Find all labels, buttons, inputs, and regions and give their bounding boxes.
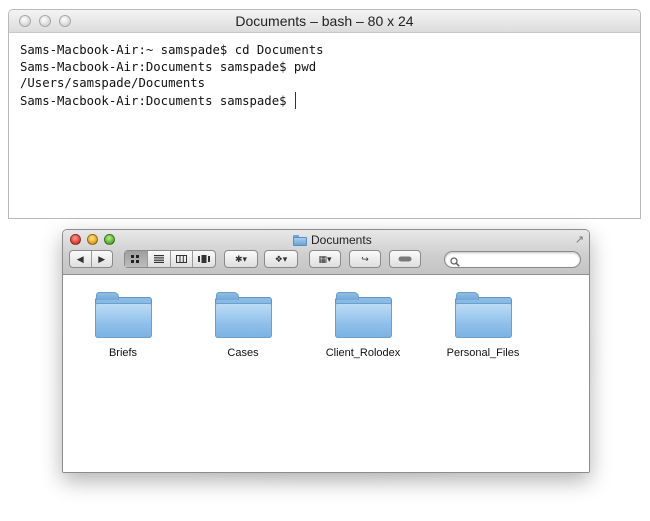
search-icon bbox=[450, 254, 460, 267]
folder-label: Client_Rolodex bbox=[325, 347, 401, 359]
edit-tags-button[interactable] bbox=[389, 250, 421, 268]
forward-arrow-icon: ▶ bbox=[98, 253, 106, 264]
share-button[interactable]: ↪ bbox=[349, 250, 381, 268]
back-button[interactable]: ◀ bbox=[70, 251, 92, 267]
folder-icon bbox=[334, 292, 392, 338]
folder-item-client-rolodex[interactable]: Client_Rolodex bbox=[313, 292, 413, 359]
gear-icon: ✱▾ bbox=[234, 253, 248, 264]
terminal-output[interactable]: Sams-Macbook-Air:~ samspade$ cd Document… bbox=[9, 33, 640, 109]
arrange-menu-button[interactable]: ▦▾ bbox=[309, 250, 341, 268]
folder-label: Personal_Files bbox=[446, 347, 520, 359]
action-menu-button[interactable]: ✱▾ bbox=[224, 250, 258, 268]
folder-label: Cases bbox=[227, 347, 259, 359]
icon-view-icon bbox=[131, 255, 140, 263]
finder-content[interactable]: Briefs Cases Client_Rolodex Personal_Fil… bbox=[63, 276, 589, 472]
folder-label: Briefs bbox=[108, 347, 138, 359]
folder-icon bbox=[293, 234, 307, 246]
text-cursor bbox=[294, 91, 296, 109]
terminal-line: Sams-Macbook-Air:Documents samspade$ pwd bbox=[20, 59, 317, 74]
terminal-window: Documents – bash – 80 x 24 Sams-Macbook-… bbox=[8, 9, 641, 219]
terminal-title: Documents – bash – 80 x 24 bbox=[235, 13, 414, 29]
finder-toolbar[interactable]: Documents ↗ ◀ ▶ ✱▾ ❖▾ ▦▾ ↪ bbox=[63, 230, 589, 275]
back-arrow-icon: ◀ bbox=[76, 253, 84, 264]
column-view-icon bbox=[175, 255, 187, 263]
list-view-icon bbox=[153, 255, 164, 263]
back-forward-control[interactable]: ◀ ▶ bbox=[69, 250, 113, 268]
terminal-line: Sams-Macbook-Air:~ samspade$ cd Document… bbox=[20, 43, 324, 57]
dropbox-menu-button[interactable]: ❖▾ bbox=[264, 250, 298, 268]
terminal-prompt: Sams-Macbook-Air:Documents samspade$ bbox=[20, 93, 287, 108]
finder-title: Documents bbox=[293, 233, 372, 247]
zoom-button[interactable] bbox=[104, 234, 115, 245]
folder-icon bbox=[454, 292, 512, 338]
icon-view-button[interactable] bbox=[125, 251, 148, 267]
share-icon: ↪ bbox=[361, 253, 369, 264]
view-mode-control[interactable] bbox=[124, 250, 216, 268]
close-button[interactable] bbox=[70, 234, 81, 245]
coverflow-view-icon bbox=[198, 255, 211, 263]
folder-item-cases[interactable]: Cases bbox=[193, 292, 293, 359]
arrange-icon: ▦▾ bbox=[318, 253, 332, 264]
folder-item-personal-files[interactable]: Personal_Files bbox=[433, 292, 533, 359]
forward-button[interactable]: ▶ bbox=[92, 251, 113, 267]
tag-icon bbox=[398, 254, 412, 264]
list-view-button[interactable] bbox=[148, 251, 171, 267]
coverflow-view-button[interactable] bbox=[193, 251, 215, 267]
terminal-titlebar[interactable]: Documents – bash – 80 x 24 bbox=[9, 10, 640, 33]
minimize-button[interactable] bbox=[87, 234, 98, 245]
finder-window: Documents ↗ ◀ ▶ ✱▾ ❖▾ ▦▾ ↪ Briefs Cases … bbox=[62, 229, 590, 473]
column-view-button[interactable] bbox=[171, 251, 194, 267]
terminal-line: /Users/samspade/Documents bbox=[20, 76, 206, 90]
fullscreen-icon[interactable]: ↗ bbox=[575, 233, 584, 246]
finder-title-text: Documents bbox=[311, 233, 372, 247]
dropbox-icon: ❖▾ bbox=[274, 253, 288, 264]
terminal-prompt-line[interactable]: Sams-Macbook-Air:Documents samspade$ bbox=[20, 91, 640, 109]
folder-icon bbox=[214, 292, 272, 338]
folder-item-briefs[interactable]: Briefs bbox=[73, 292, 173, 359]
search-field[interactable] bbox=[444, 251, 581, 268]
folder-icon bbox=[94, 292, 152, 338]
